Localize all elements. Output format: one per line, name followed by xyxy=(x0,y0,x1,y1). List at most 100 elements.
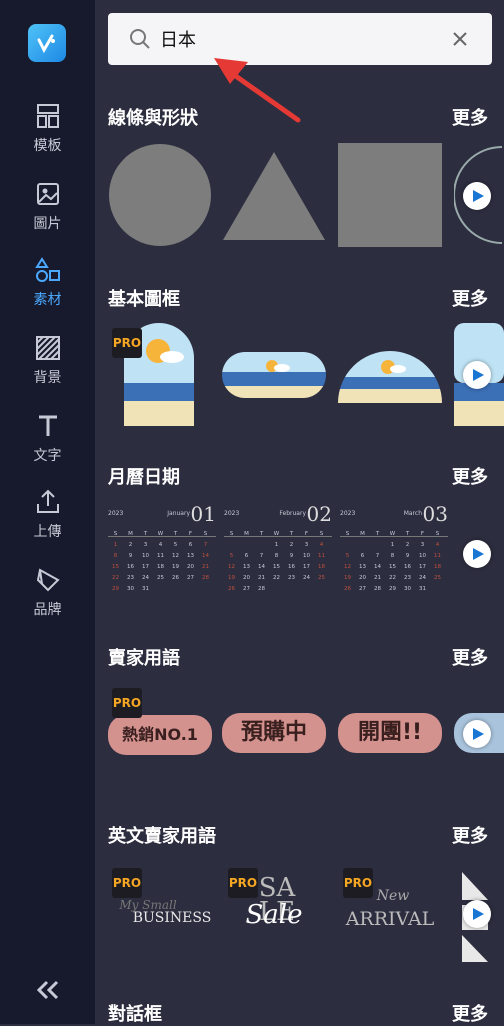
calendar-day: 29 xyxy=(112,585,119,592)
calendar-month-name: March xyxy=(403,510,422,517)
calendar-day: 7 xyxy=(203,541,208,548)
elements-icon xyxy=(34,257,60,282)
search-icon xyxy=(130,29,150,49)
calendar-thumbnail[interactable]: 2023 March 03 S M T W T F S 1 2 3 4 5 6 7 8 9 10 11 12 13 14 15 1… xyxy=(340,502,448,610)
weekday-label: T xyxy=(405,530,410,537)
scroll-right-button[interactable] xyxy=(463,182,491,210)
more-link-calendar[interactable]: 更多 xyxy=(452,463,488,489)
calendar-day: 26 xyxy=(344,585,351,592)
sidebar-item-brand[interactable]: 品牌 xyxy=(0,566,95,632)
sidebar-item-text[interactable]: 文字 xyxy=(0,412,95,478)
phrase-sticker[interactable]: 熱銷NO.1 xyxy=(108,715,212,755)
weekday-label: S xyxy=(229,530,234,537)
calendar-day: 7 xyxy=(259,552,264,559)
calendar-thumbnail[interactable]: 2023 January 01 S M T W T F S 1 2 3 4 5 6 7 8 9 10 11 12 13 14 1… xyxy=(108,502,216,610)
calendar-grid: S M T W T F S 1 2 3 4 5 6 7 8 9 10 11 12 13 14 15 16 17 18 19 20 21… xyxy=(108,528,213,594)
calendar-day: 29 xyxy=(389,585,396,592)
scroll-right-button[interactable] xyxy=(463,361,491,389)
section-title-shapes: 線條與形狀 xyxy=(108,108,198,129)
calendar-day: 1 xyxy=(390,541,395,548)
weekday-label: F xyxy=(188,530,193,537)
calendar-day xyxy=(168,583,183,594)
weekday-label: T xyxy=(259,530,264,537)
pro-badge: PRO xyxy=(112,688,142,718)
square-shape[interactable] xyxy=(338,143,442,247)
triangle-shape[interactable] xyxy=(222,150,326,242)
calendar-day: 14 xyxy=(258,563,265,570)
calendar-day: 5 xyxy=(173,541,178,548)
sidebar-item-elements[interactable]: 素材 xyxy=(0,256,95,322)
calendar-day: 20 xyxy=(187,563,194,570)
pill-frame[interactable] xyxy=(222,352,326,398)
weekday-label: M xyxy=(128,530,133,537)
phrase-small-text: Sale xyxy=(245,900,303,930)
calendar-day: 19 xyxy=(172,563,179,570)
calendar-month-number: 02 xyxy=(306,502,332,526)
calendar-day xyxy=(370,539,385,550)
calendar-day: 14 xyxy=(374,563,381,570)
calendar-day: 15 xyxy=(389,563,396,570)
section-title-frames: 基本圖框 xyxy=(108,289,180,310)
calendar-divider xyxy=(224,536,332,537)
collapse-sidebar-button[interactable] xyxy=(32,978,64,1006)
calendar-day: 3 xyxy=(143,541,148,548)
pro-badge: PRO xyxy=(343,868,373,898)
sidebar-item-background[interactable]: 背景 xyxy=(0,334,95,400)
phrase-sticker[interactable]: 預購中 xyxy=(222,713,326,753)
calendar-divider xyxy=(340,536,448,537)
calendar-day: 23 xyxy=(288,574,295,581)
app-logo[interactable] xyxy=(28,24,66,62)
calendar-day: 30 xyxy=(404,585,411,592)
sidebar-item-images[interactable]: 圖片 xyxy=(0,180,95,246)
scroll-right-button[interactable] xyxy=(463,540,491,568)
pro-badge: PRO xyxy=(112,868,142,898)
calendar-day: 8 xyxy=(113,552,118,559)
clear-search-icon[interactable] xyxy=(448,27,472,51)
scroll-right-button[interactable] xyxy=(463,900,491,928)
play-icon xyxy=(473,908,484,920)
section-title-speech-bubbles: 對話框 xyxy=(108,1004,162,1025)
calendar-day: 31 xyxy=(419,585,426,592)
calendar-day: 13 xyxy=(243,563,250,570)
brand-icon xyxy=(36,568,60,592)
calendar-day xyxy=(198,583,213,594)
calendar-day: 8 xyxy=(390,552,395,559)
more-link-english-phrases[interactable]: 更多 xyxy=(452,822,488,848)
calendar-day: 27 xyxy=(187,574,194,581)
sidebar-item-templates[interactable]: 模板 xyxy=(0,102,95,168)
annotation-arrow-icon xyxy=(214,58,301,123)
pro-badge: PRO xyxy=(228,868,258,898)
calendar-month-number: 03 xyxy=(422,502,448,526)
calendar-day: 23 xyxy=(127,574,134,581)
calendar-day: 24 xyxy=(142,574,149,581)
calendar-thumbnail[interactable]: 2023 February 02 S M T W T F S 1 2 3 4 5 6 7 8 9 10 11 12 13 14… xyxy=(224,502,332,610)
calendar-day: 13 xyxy=(359,563,366,570)
weekday-label: T xyxy=(173,530,178,537)
weekday-label: W xyxy=(389,530,396,537)
calendar-grid: S M T W T F S 1 2 3 4 5 6 7 8 9 10 11 12 13 14 15 16 17 18 19 20 21… xyxy=(224,528,329,594)
phrase-sticker[interactable]: 開團!! xyxy=(338,713,442,753)
calendar-day: 12 xyxy=(344,563,351,570)
calendar-day: 20 xyxy=(243,574,250,581)
more-link-frames[interactable]: 更多 xyxy=(452,285,488,311)
section-title-calendar: 月曆日期 xyxy=(108,467,180,488)
circle-shape[interactable] xyxy=(108,143,212,247)
calendar-divider xyxy=(108,536,216,537)
more-link-seller-phrases[interactable]: 更多 xyxy=(452,644,488,670)
more-link-shapes[interactable]: 更多 xyxy=(452,104,488,130)
weekday-label: F xyxy=(304,530,309,537)
calendar-day: 11 xyxy=(157,552,164,559)
calendar-day xyxy=(224,539,239,550)
scroll-right-button[interactable] xyxy=(463,720,491,748)
sidebar-item-label: 品牌 xyxy=(33,602,62,618)
sidebar-item-upload[interactable]: 上傳 xyxy=(0,488,95,554)
weekday-label: M xyxy=(360,530,365,537)
semicircle-frame[interactable] xyxy=(338,347,442,403)
phrase-small-text: New xyxy=(376,888,410,904)
more-link-speech-bubbles[interactable]: 更多 xyxy=(452,1000,488,1026)
calendar-day: 1 xyxy=(113,541,118,548)
calendar-day xyxy=(153,583,168,594)
calendar-day: 31 xyxy=(142,585,149,592)
calendar-year: 2023 xyxy=(108,510,124,517)
calendar-day: 20 xyxy=(359,574,366,581)
